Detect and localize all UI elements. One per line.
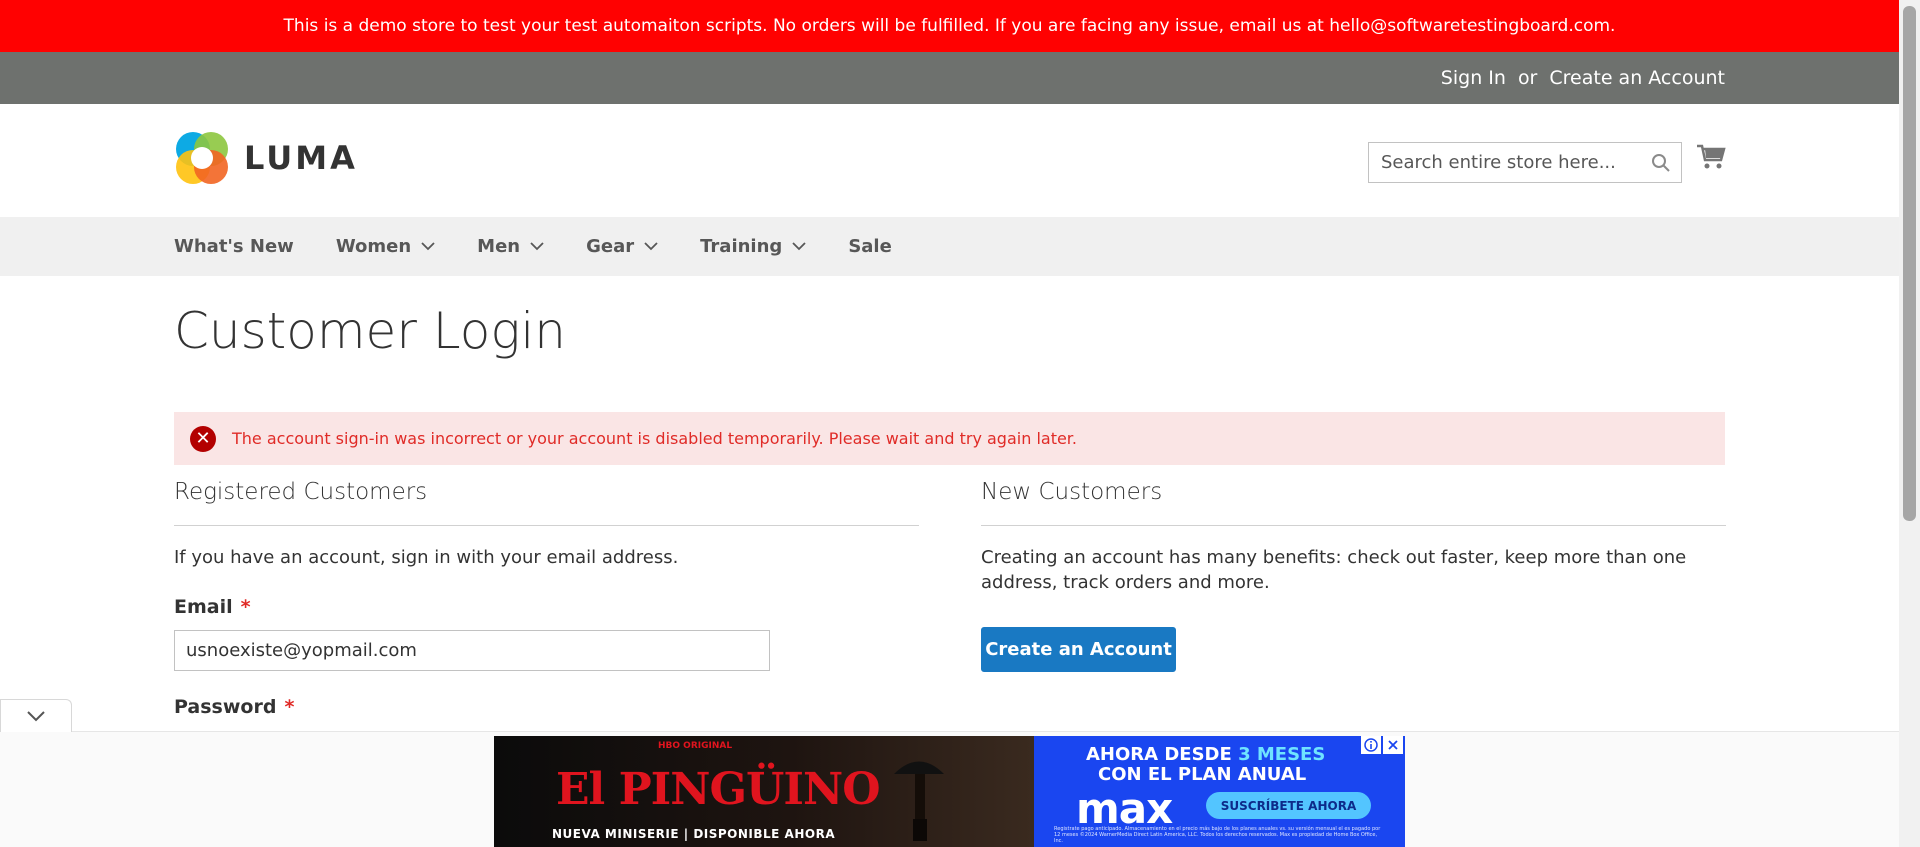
ad-left-panel: HBO ORIGINAL El PINGÜINO NUEVA MINISERIE… — [494, 736, 1034, 847]
error-text: The account sign-in was incorrect or you… — [232, 429, 1077, 448]
chevron-down-icon — [421, 242, 435, 251]
new-customers-divider — [981, 525, 1726, 526]
chevron-down-icon — [530, 242, 544, 251]
search-box[interactable] — [1368, 142, 1682, 183]
ad-close-icon[interactable] — [1383, 736, 1403, 754]
nav-item-training[interactable]: Training — [700, 236, 806, 257]
ad-headline-prefix: AHORA DESDE — [1086, 744, 1232, 765]
main-navigation: What's New Women Men Gear Training Sale — [0, 217, 1899, 276]
nav-item-label: Training — [700, 236, 783, 257]
or-separator: or — [1517, 67, 1538, 89]
ad-right-panel: AHORA DESDE 3 MESES CON EL PLAN ANUAL ma… — [1034, 736, 1405, 847]
new-customers-text: Creating an account has many benefits: c… — [981, 547, 1687, 593]
chevron-down-icon — [792, 242, 806, 251]
ad-headline-highlight: 3 MESES — [1238, 744, 1326, 765]
new-customers-title: New Customers — [981, 479, 1163, 505]
header-links: Sign In or Create an Account — [1441, 52, 1725, 104]
cart-icon[interactable] — [1696, 143, 1726, 171]
nav-item-sale[interactable]: Sale — [848, 236, 892, 257]
luma-logo-icon — [176, 132, 228, 184]
error-icon: ✕ — [190, 425, 216, 452]
registered-divider — [174, 525, 919, 526]
ad-collapse-toggle[interactable] — [0, 699, 72, 732]
sign-in-link[interactable]: Sign In — [1441, 67, 1506, 89]
ad-info-icon[interactable] — [1361, 736, 1381, 754]
ad-subtitle: NUEVA MINISERIE | DISPONIBLE AHORA — [552, 827, 836, 841]
nav-item-label: Women — [335, 236, 412, 257]
page-title: Customer Login — [174, 302, 566, 360]
nav-item-label: Gear — [586, 236, 635, 257]
demo-notice-text: This is a demo store to test your test a… — [283, 16, 1616, 36]
ad-hbo-label: HBO ORIGINAL — [658, 741, 733, 751]
chevron-down-icon — [644, 242, 658, 251]
password-label: Password * — [174, 696, 294, 718]
email-label-text: Email — [174, 596, 233, 618]
email-label: Email * — [174, 596, 251, 618]
logo[interactable]: LUMA — [174, 130, 358, 186]
create-account-link[interactable]: Create an Account — [1549, 67, 1725, 89]
create-account-button[interactable]: Create an Account — [981, 627, 1176, 672]
email-field[interactable] — [174, 630, 770, 671]
nav-item-label: What's New — [174, 236, 294, 257]
nav-item-whats-new[interactable]: What's New — [174, 236, 294, 257]
error-message: ✕ The account sign-in was incorrect or y… — [174, 412, 1725, 465]
nav-item-men[interactable]: Men — [477, 236, 544, 257]
ad-headline: AHORA DESDE 3 MESES — [1086, 744, 1325, 765]
ad-title: El PINGÜINO — [556, 764, 881, 815]
ad-fine-print: Registrate pago anticipado. Almacenamien… — [1054, 826, 1381, 844]
required-mark: * — [240, 596, 251, 618]
demo-notice-bar: This is a demo store to test your test a… — [0, 0, 1899, 52]
nav-list: What's New Women Men Gear Training Sale — [174, 217, 934, 276]
nav-item-women[interactable]: Women — [336, 236, 435, 257]
required-mark: * — [284, 696, 295, 718]
header-panel: Sign In or Create an Account — [0, 52, 1899, 104]
search-icon[interactable] — [1651, 153, 1671, 173]
scrollbar-thumb[interactable] — [1903, 6, 1916, 521]
nav-item-gear[interactable]: Gear — [586, 236, 658, 257]
nav-item-label: Sale — [848, 236, 892, 257]
page-scrollbar[interactable] — [1899, 0, 1920, 847]
nav-item-label: Men — [477, 236, 521, 257]
chevron-down-icon — [27, 711, 45, 722]
ad-headline-2: CON EL PLAN ANUAL — [1098, 764, 1307, 785]
logo-text: LUMA — [244, 139, 358, 177]
ad-banner[interactable]: HBO ORIGINAL El PINGÜINO NUEVA MINISERIE… — [494, 736, 1405, 847]
umbrella-figure-icon — [894, 761, 944, 841]
ad-subscribe-button[interactable]: SUSCRÍBETE AHORA — [1206, 792, 1371, 819]
search-input[interactable] — [1381, 152, 1669, 173]
registered-customers-title: Registered Customers — [174, 479, 428, 505]
registered-intro: If you have an account, sign in with you… — [174, 547, 679, 568]
password-label-text: Password — [174, 696, 277, 718]
